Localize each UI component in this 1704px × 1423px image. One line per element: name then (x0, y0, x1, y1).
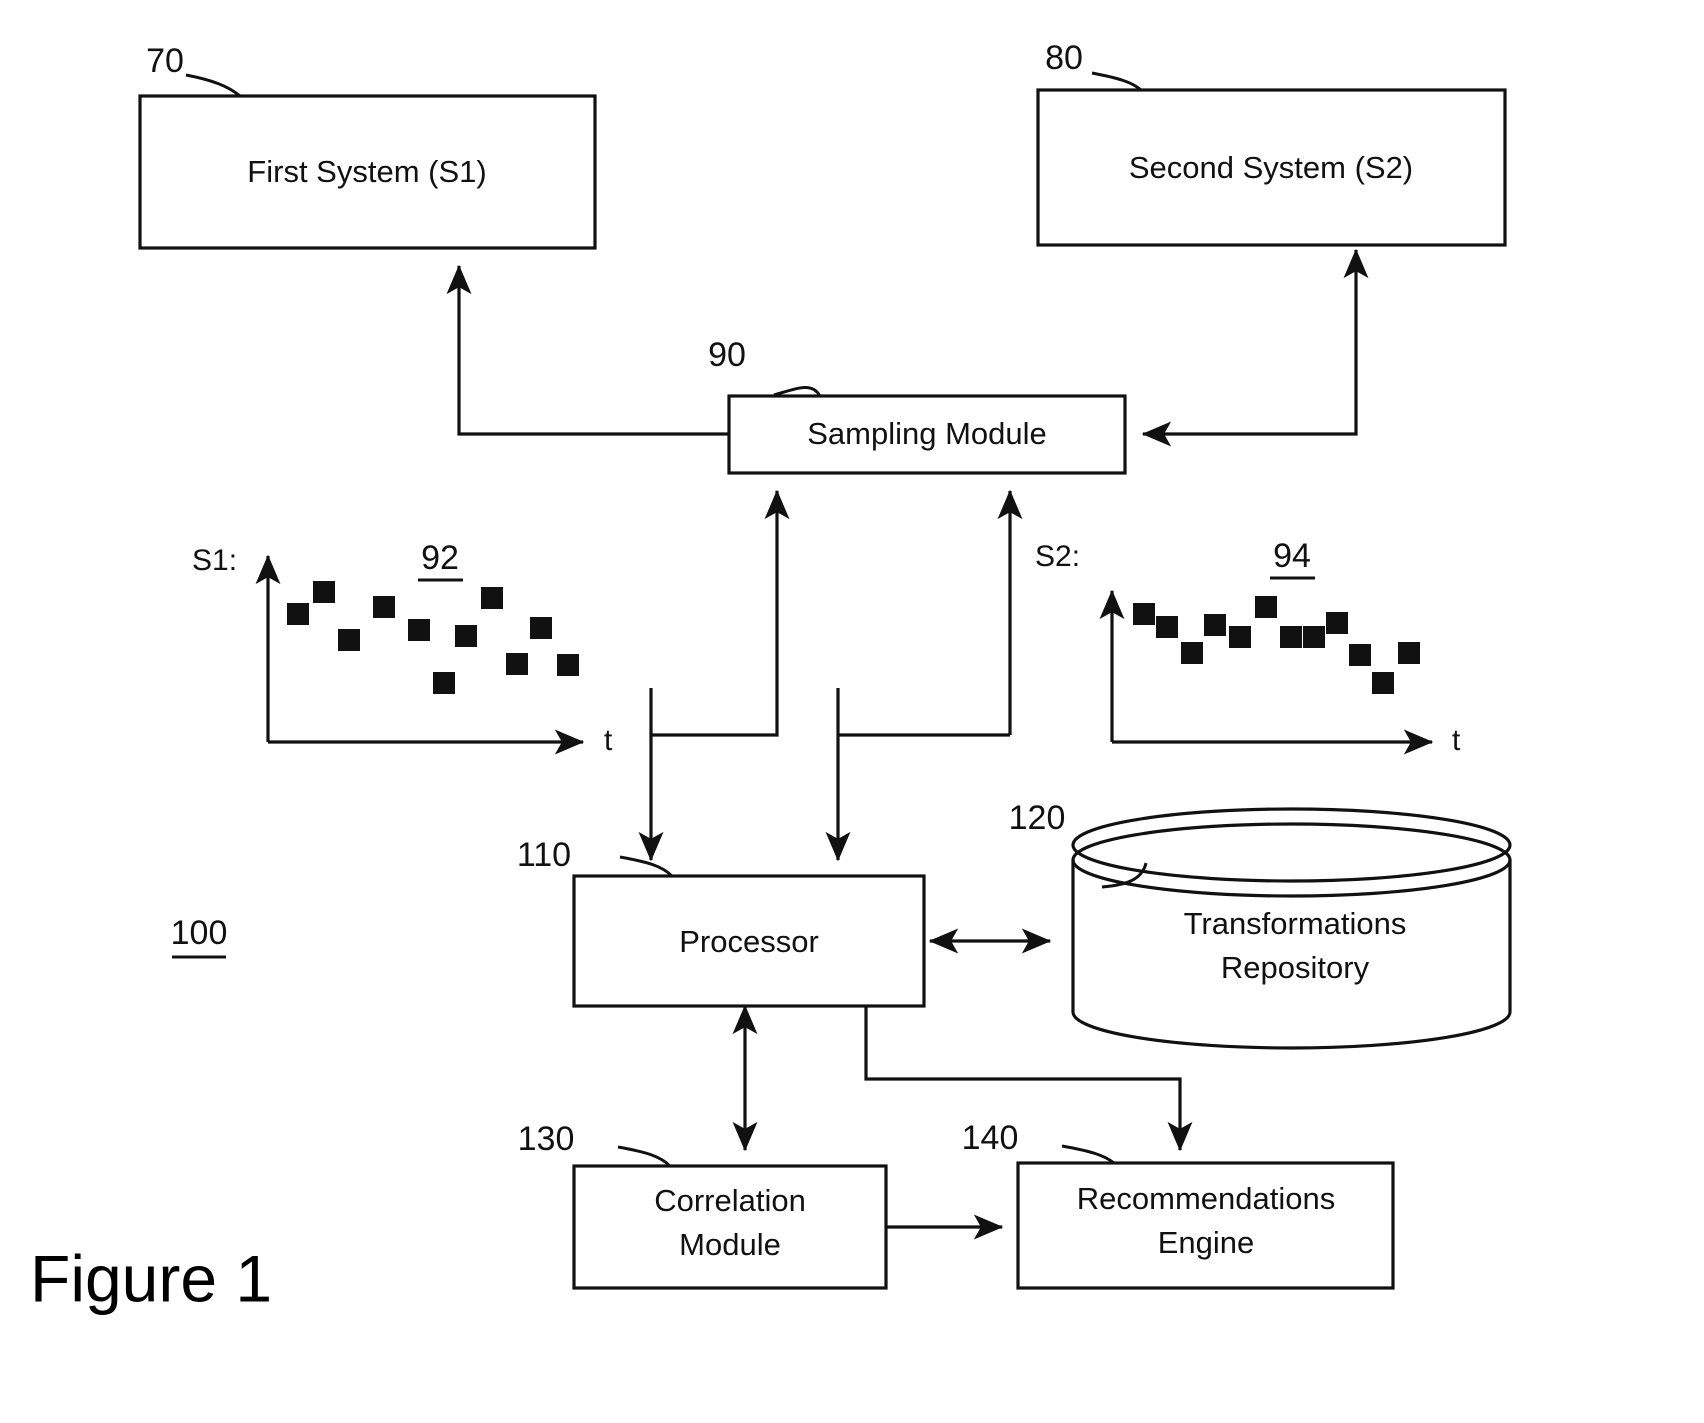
block-sampling-module-label: Sampling Module (807, 416, 1047, 451)
data-point-marker (313, 581, 335, 603)
ref-leader-90: 90 (708, 336, 822, 397)
data-point-marker (1398, 642, 1420, 664)
ref-number-92: 92 (421, 539, 459, 577)
ref-leader-80: 80 (1045, 39, 1142, 92)
data-point-marker (433, 672, 455, 694)
block-second-system-label: Second System (S2) (1129, 150, 1413, 185)
plot-s1-markers (287, 581, 579, 694)
data-point-marker (373, 596, 395, 618)
ref-number-120: 120 (1009, 799, 1066, 837)
data-point-marker (1372, 672, 1394, 694)
block-correlation-label-line2: Module (679, 1227, 781, 1262)
block-processor[interactable]: Processor (572, 874, 926, 1008)
plot-s1-series-label: S1: (192, 544, 237, 577)
ref-number-130: 130 (518, 1120, 575, 1158)
figure-caption: Figure 1 (30, 1241, 272, 1315)
data-point-marker (1303, 626, 1325, 648)
data-point-marker (1255, 596, 1277, 618)
connection-sampling-to-first-system (446, 264, 729, 436)
ref-leader-70: 70 (146, 42, 241, 98)
data-point-marker (506, 653, 528, 675)
block-first-system-label: First System (S1) (247, 154, 486, 189)
plot-s2-series-label: S2: (1035, 540, 1080, 573)
connection-second-system-to-sampling (1141, 248, 1369, 447)
data-point-marker (455, 625, 477, 647)
data-point-marker (338, 629, 360, 651)
data-point-marker (1133, 603, 1155, 625)
data-point-marker (557, 654, 579, 676)
data-point-marker (481, 587, 503, 609)
plot-s2-x-axis-label: t (1452, 724, 1461, 757)
block-correlation-label-line1: Correlation (654, 1183, 806, 1218)
plot-s1-x-axis-label: t (604, 724, 613, 757)
connection-s1-branch-to-sampling (651, 489, 790, 737)
block-recommendations-label-line2: Engine (1158, 1225, 1255, 1260)
data-point-marker (1204, 614, 1226, 636)
data-point-marker (1326, 612, 1348, 634)
block-sampling-module[interactable]: Sampling Module (727, 394, 1127, 475)
connection-processor-to-recommendations (864, 1006, 1193, 1152)
ref-leader-120: 120 (1009, 799, 1148, 889)
ref-leader-140: 140 (962, 1119, 1115, 1165)
block-transformations-repository[interactable]: Transformations Repository (1071, 807, 1512, 1050)
block-correlation-module[interactable]: Correlation Module (572, 1164, 888, 1290)
data-point-marker (1349, 644, 1371, 666)
plot-s2: S2: t 94 (1035, 537, 1461, 757)
patent-figure-1: First System (S1) 70 Second System (S2) … (0, 0, 1704, 1423)
plot-s2-markers (1133, 596, 1420, 694)
data-point-marker (1156, 616, 1178, 638)
system-reference-100: 100 (171, 914, 228, 959)
ref-number-90: 90 (708, 336, 746, 374)
ref-leader-130: 130 (518, 1120, 672, 1168)
plot-s1: S1: t 92 (192, 539, 613, 757)
block-first-system[interactable]: First System (S1) (138, 94, 597, 250)
ref-number-80: 80 (1045, 39, 1083, 77)
data-point-marker (287, 603, 309, 625)
diagram-canvas: First System (S1) 70 Second System (S2) … (30, 39, 1512, 1315)
data-point-marker (1229, 626, 1251, 648)
block-recommendations-engine[interactable]: Recommendations Engine (1016, 1161, 1395, 1290)
data-point-marker (1181, 642, 1203, 664)
block-recommendations-label-line1: Recommendations (1077, 1181, 1335, 1216)
ref-number-70: 70 (146, 42, 184, 80)
ref-number-140: 140 (962, 1119, 1019, 1157)
ref-number-94: 94 (1273, 537, 1311, 575)
block-repository-label-line1: Transformations (1184, 906, 1407, 941)
connection-s2-branch-to-sampling (838, 489, 1023, 737)
ref-number-100: 100 (171, 914, 228, 952)
block-processor-label: Processor (679, 924, 819, 959)
data-point-marker (408, 619, 430, 641)
ref-number-110: 110 (517, 836, 571, 874)
ref-leader-110: 110 (517, 836, 674, 878)
block-repository-label-line2: Repository (1221, 950, 1370, 985)
block-second-system[interactable]: Second System (S2) (1036, 88, 1507, 247)
data-point-marker (1280, 626, 1302, 648)
data-point-marker (530, 617, 552, 639)
